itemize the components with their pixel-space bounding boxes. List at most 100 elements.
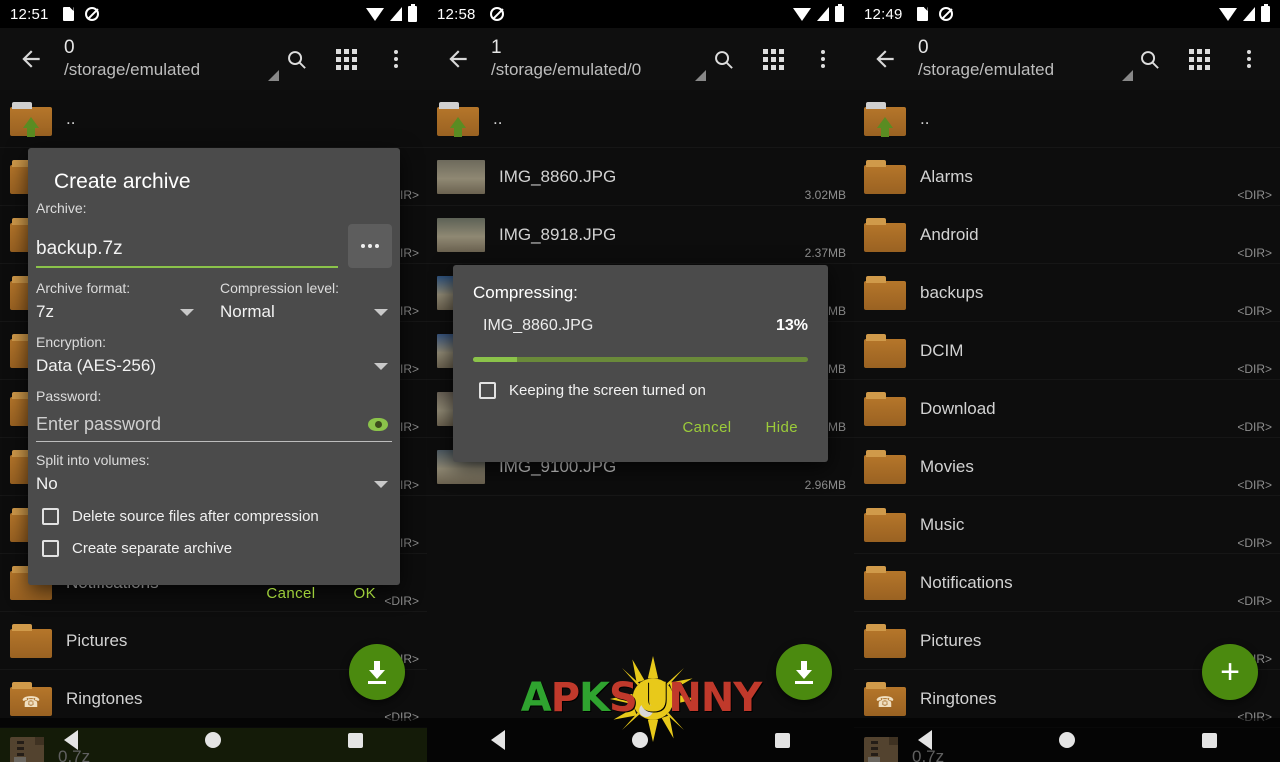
folder-icon [10, 623, 52, 658]
file-list-row[interactable]: Movies <DIR> [854, 438, 1280, 496]
file-name: IMG_8860.JPG [499, 166, 617, 186]
toolbar-path: /storage/emulated/0 [491, 60, 642, 79]
file-list-row[interactable]: .. [427, 90, 854, 148]
file-name: Pictures [920, 630, 982, 650]
file-list-row[interactable]: .. [0, 90, 427, 148]
split-volumes-select[interactable]: No [36, 474, 392, 494]
path-dropdown-caret-icon[interactable] [268, 70, 279, 81]
download-fab[interactable] [776, 644, 832, 700]
file-name: .. [66, 108, 76, 128]
add-fab[interactable]: + [1202, 644, 1258, 700]
toolbar-title: 0 [918, 37, 929, 58]
overflow-menu-icon[interactable] [1234, 44, 1264, 74]
path-dropdown-caret-icon[interactable] [695, 70, 706, 81]
grid-icon[interactable] [1184, 44, 1214, 74]
sdcard-icon [62, 7, 74, 21]
encryption-select[interactable]: Data (AES-256) [36, 356, 392, 376]
folder-icon [864, 565, 906, 600]
grid-icon[interactable] [758, 44, 788, 74]
ok-button[interactable]: OK [354, 585, 376, 602]
folder-up-icon [864, 101, 906, 137]
download-icon [793, 661, 815, 684]
status-right-icons [793, 4, 844, 22]
file-list-row[interactable]: Android <DIR> [854, 206, 1280, 264]
browse-button[interactable] [348, 224, 392, 268]
password-input[interactable]: Enter password [36, 414, 161, 435]
file-list-row[interactable]: backups <DIR> [854, 264, 1280, 322]
folder-up-icon [437, 101, 479, 137]
overflow-menu-icon[interactable] [808, 44, 838, 74]
nav-recents-icon[interactable] [1201, 732, 1217, 748]
file-name: Download [920, 398, 996, 418]
app-toolbar-1: 0 /storage/emulated [0, 28, 427, 90]
eye-icon[interactable] [368, 418, 388, 431]
back-arrow-icon[interactable] [439, 40, 477, 78]
path-titles[interactable]: 0 /storage/emulated [918, 37, 1134, 81]
chevron-down-icon [180, 308, 194, 316]
file-list-row[interactable]: IMG_8918.JPG 2.37MB [427, 206, 854, 264]
status-left-icons [916, 7, 953, 21]
separate-archive-checkbox[interactable] [42, 540, 59, 557]
keep-screen-on-row[interactable]: Keeping the screen turned on [473, 382, 808, 399]
file-list-row[interactable]: Download <DIR> [854, 380, 1280, 438]
nav-recents-icon[interactable] [348, 732, 364, 748]
cancel-button[interactable]: Cancel [682, 419, 731, 436]
delete-source-checkbox[interactable] [42, 508, 59, 525]
download-fab[interactable] [349, 644, 405, 700]
archive-format-select[interactable]: 7z [36, 302, 208, 322]
search-icon[interactable] [708, 44, 738, 74]
file-name: DCIM [920, 340, 964, 360]
toolbar-path: /storage/emulated [918, 60, 1055, 79]
path-dropdown-caret-icon[interactable] [1122, 70, 1133, 81]
file-name: .. [493, 108, 503, 128]
status-bar-2: 12:58 [427, 0, 854, 28]
status-left-icons [62, 7, 99, 21]
file-list-row[interactable]: IMG_8860.JPG 3.02MB [427, 148, 854, 206]
file-name: .. [920, 108, 930, 128]
create-archive-dialog: Create archive Archive: backup.7z Archiv… [28, 148, 400, 602]
status-bar-1: 12:51 [0, 0, 427, 28]
nav-home-icon[interactable] [204, 732, 221, 748]
search-icon[interactable] [281, 44, 311, 74]
split-volumes-label: Split into volumes: [36, 452, 150, 468]
file-list-row[interactable]: .. [854, 90, 1280, 148]
file-name: Ringtones [920, 688, 997, 708]
grid-icon[interactable] [331, 44, 361, 74]
delete-source-checkbox-row[interactable]: Delete source files after compression [36, 508, 392, 525]
delete-source-label: Delete source files after compression [72, 508, 319, 525]
cancel-button[interactable]: Cancel [266, 585, 315, 602]
archive-name-input[interactable]: backup.7z [36, 238, 123, 259]
dir-badge: <DIR> [1237, 420, 1272, 434]
status-clock: 12:58 [437, 5, 476, 23]
separate-archive-checkbox-row[interactable]: Create separate archive [36, 540, 392, 557]
signal-icon [390, 7, 402, 21]
dir-badge: <DIR> [1237, 536, 1272, 550]
compression-level-select[interactable]: Normal [220, 302, 392, 322]
nav-back-icon[interactable] [917, 730, 932, 750]
status-right-icons [366, 4, 417, 22]
search-icon[interactable] [1134, 44, 1164, 74]
file-list-row[interactable]: Notifications <DIR> [854, 554, 1280, 612]
path-titles[interactable]: 1 /storage/emulated/0 [491, 37, 708, 81]
back-arrow-icon[interactable] [866, 40, 904, 78]
folder-icon [864, 449, 906, 484]
nav-recents-icon[interactable] [775, 732, 791, 748]
toolbar-actions [708, 44, 842, 74]
hide-button[interactable]: Hide [766, 419, 798, 436]
file-list-row[interactable]: Music <DIR> [854, 496, 1280, 554]
watermark-text: APKSUNNY [520, 675, 763, 721]
nav-back-icon[interactable] [490, 730, 505, 750]
file-size: 2.96MB [804, 478, 846, 492]
keep-screen-on-checkbox[interactable] [479, 382, 496, 399]
path-titles[interactable]: 0 /storage/emulated [64, 37, 281, 81]
nav-home-icon[interactable] [1058, 732, 1075, 748]
progress-bar-fill [473, 357, 517, 362]
create-archive-title: Create archive [54, 170, 191, 193]
file-list-row[interactable]: Alarms <DIR> [854, 148, 1280, 206]
overflow-menu-icon[interactable] [381, 44, 411, 74]
back-arrow-icon[interactable] [12, 40, 50, 78]
compressing-percent: 13% [775, 317, 808, 334]
file-list-row[interactable]: DCIM <DIR> [854, 322, 1280, 380]
toolbar-actions [281, 44, 415, 74]
nav-back-icon[interactable] [63, 730, 78, 750]
